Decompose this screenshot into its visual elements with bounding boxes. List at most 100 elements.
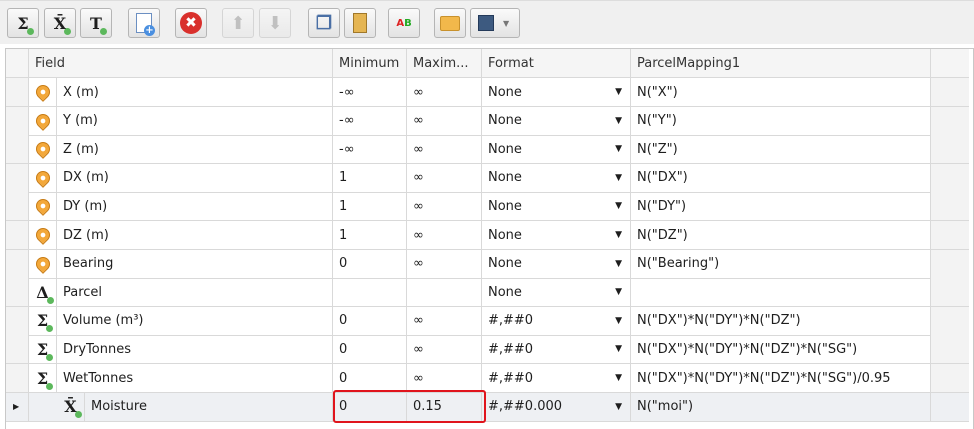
minimum-cell[interactable]: -∞ xyxy=(333,78,407,107)
column-header-field[interactable]: Field xyxy=(29,49,333,78)
row-indicator[interactable] xyxy=(6,278,29,308)
minimum-cell[interactable]: -∞ xyxy=(333,135,407,165)
format-dropdown[interactable]: #,##0 ▼ xyxy=(482,335,631,365)
table-row[interactable]: Z (m) -∞ ∞ None ▼ N("Z") xyxy=(6,135,969,165)
maximum-cell[interactable]: ∞ xyxy=(407,163,482,193)
minimum-cell[interactable]: 0 xyxy=(333,364,407,393)
mapping-cell[interactable]: N("X") xyxy=(631,78,931,107)
format-dropdown[interactable]: #,##0.000 ▼ xyxy=(482,392,631,422)
rename-button[interactable]: AB xyxy=(388,8,420,38)
table-row[interactable]: DZ (m) 1 ∞ None ▼ N("DZ") xyxy=(6,221,969,250)
save-dropdown-button[interactable]: ▼ xyxy=(470,8,520,38)
row-indicator[interactable] xyxy=(6,306,29,336)
field-name-cell[interactable]: Parcel xyxy=(57,278,333,308)
mapping-cell[interactable]: N("Z") xyxy=(631,135,931,165)
add-sum-field-button[interactable]: Σ xyxy=(7,8,39,38)
field-name-cell[interactable]: DY (m) xyxy=(57,192,333,222)
mapping-cell[interactable]: N("moi") xyxy=(631,392,931,422)
column-header-maximum[interactable]: Maxim... xyxy=(407,49,482,78)
minimum-cell[interactable]: 0 xyxy=(333,306,407,336)
table-row[interactable]: Δ Parcel None ▼ xyxy=(6,278,969,308)
row-indicator[interactable] xyxy=(6,78,29,107)
row-indicator[interactable] xyxy=(6,163,29,193)
maximum-cell[interactable]: ∞ xyxy=(407,135,482,165)
field-name-cell[interactable]: Z (m) xyxy=(57,135,333,165)
field-name-cell[interactable]: DX (m) xyxy=(57,163,333,193)
row-indicator[interactable] xyxy=(6,135,29,165)
table-row[interactable]: DX (m) 1 ∞ None ▼ N("DX") xyxy=(6,163,969,193)
table-row[interactable]: Bearing 0 ∞ None ▼ N("Bearing") xyxy=(6,249,969,279)
format-dropdown[interactable]: None ▼ xyxy=(482,278,631,308)
field-name-cell[interactable]: Y (m) xyxy=(57,106,333,136)
paste-button[interactable] xyxy=(344,8,376,38)
mapping-cell[interactable]: N("Y") xyxy=(631,106,931,136)
table-row[interactable]: DY (m) 1 ∞ None ▼ N("DY") xyxy=(6,192,969,222)
table-row[interactable]: Σ WetTonnes 0 ∞ #,##0 ▼ N("DX")*N("DY")*N… xyxy=(6,364,969,393)
format-dropdown[interactable]: None ▼ xyxy=(482,221,631,250)
maximum-cell[interactable]: ∞ xyxy=(407,192,482,222)
minimum-cell[interactable]: 1 xyxy=(333,192,407,222)
maximum-cell[interactable]: ∞ xyxy=(407,335,482,365)
field-name-cell[interactable]: WetTonnes xyxy=(57,364,333,393)
row-indicator[interactable] xyxy=(6,364,29,393)
copy-button[interactable]: ❐ xyxy=(308,8,340,38)
table-row[interactable]: Σ DryTonnes 0 ∞ #,##0 ▼ N("DX")*N("DY")*N… xyxy=(6,335,969,365)
minimum-cell[interactable] xyxy=(333,278,407,308)
format-dropdown[interactable]: None ▼ xyxy=(482,78,631,107)
maximum-cell[interactable]: ∞ xyxy=(407,249,482,279)
field-name-cell[interactable]: Bearing xyxy=(57,249,333,279)
minimum-cell[interactable]: 1 xyxy=(333,163,407,193)
format-dropdown[interactable]: None ▼ xyxy=(482,163,631,193)
maximum-cell[interactable] xyxy=(407,278,482,308)
delete-button[interactable]: ✖ xyxy=(175,8,207,38)
mapping-cell[interactable]: N("DX") xyxy=(631,163,931,193)
open-button[interactable] xyxy=(434,8,466,38)
minimum-cell[interactable]: -∞ xyxy=(333,106,407,136)
format-dropdown[interactable]: None ▼ xyxy=(482,106,631,136)
column-header-minimum[interactable]: Minimum xyxy=(333,49,407,78)
format-dropdown[interactable]: #,##0 ▼ xyxy=(482,364,631,393)
minimum-cell[interactable]: 1 xyxy=(333,221,407,250)
field-name-cell[interactable]: Moisture xyxy=(85,392,333,422)
mapping-cell[interactable] xyxy=(631,278,931,308)
mapping-cell[interactable]: N("DX")*N("DY")*N("DZ")*N("SG")/0.95 xyxy=(631,364,931,393)
table-row[interactable]: X (m) -∞ ∞ None ▼ N("X") xyxy=(6,78,969,107)
row-indicator[interactable] xyxy=(6,221,29,250)
format-dropdown[interactable]: None ▼ xyxy=(482,135,631,165)
add-item-button[interactable]: + xyxy=(128,8,160,38)
row-indicator[interactable] xyxy=(6,106,29,136)
maximum-cell[interactable]: ∞ xyxy=(407,306,482,336)
table-row[interactable]: Y (m) -∞ ∞ None ▼ N("Y") xyxy=(6,106,969,136)
maximum-cell[interactable]: ∞ xyxy=(407,106,482,136)
field-name-cell[interactable]: DZ (m) xyxy=(57,221,333,250)
maximum-cell[interactable]: ∞ xyxy=(407,221,482,250)
add-text-field-button[interactable]: T xyxy=(80,8,112,38)
field-name-cell[interactable]: DryTonnes xyxy=(57,335,333,365)
minimum-cell[interactable]: 0 xyxy=(333,249,407,279)
maximum-cell[interactable]: ∞ xyxy=(407,78,482,107)
format-dropdown[interactable]: #,##0 ▼ xyxy=(482,306,631,336)
format-dropdown[interactable]: None ▼ xyxy=(482,249,631,279)
rename-ab-icon: AB xyxy=(396,17,412,29)
row-indicator[interactable] xyxy=(6,335,29,365)
mapping-cell[interactable]: N("DX")*N("DY")*N("DZ") xyxy=(631,306,931,336)
column-header-format[interactable]: Format xyxy=(482,49,631,78)
table-row[interactable]: Σ Volume (m³) 0 ∞ #,##0 ▼ N("DX")*N("DY")… xyxy=(6,306,969,336)
add-mean-field-button[interactable]: X̄ xyxy=(44,8,76,38)
field-name-cell[interactable]: X (m) xyxy=(57,78,333,107)
table-row[interactable]: ▶ X̄ Moisture 0 0.15 #,##0.000 ▼ N("moi") xyxy=(6,392,969,422)
row-indicator[interactable] xyxy=(6,249,29,279)
minimum-cell[interactable]: 0 xyxy=(333,335,407,365)
mapping-cell[interactable]: N("DZ") xyxy=(631,221,931,250)
mapping-cell[interactable]: N("DY") xyxy=(631,192,931,222)
row-indicator[interactable]: ▶ xyxy=(6,392,29,422)
column-header-mapping[interactable]: ParcelMapping1 xyxy=(631,49,931,78)
format-dropdown[interactable]: None ▼ xyxy=(482,192,631,222)
field-name-cell[interactable]: Volume (m³) xyxy=(57,306,333,336)
row-indicator[interactable] xyxy=(6,192,29,222)
mapping-cell[interactable]: N("Bearing") xyxy=(631,249,931,279)
maximum-cell[interactable]: ∞ xyxy=(407,364,482,393)
move-down-button[interactable]: ⬇ xyxy=(259,8,291,38)
move-up-button[interactable]: ⬆ xyxy=(222,8,254,38)
mapping-cell[interactable]: N("DX")*N("DY")*N("DZ")*N("SG") xyxy=(631,335,931,365)
